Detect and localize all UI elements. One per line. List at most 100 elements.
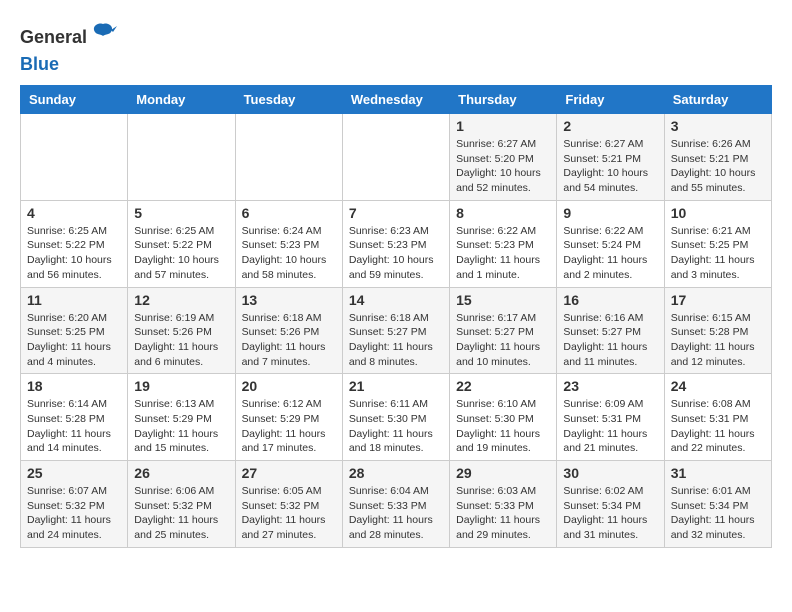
- weekday-header-saturday: Saturday: [664, 86, 771, 114]
- calendar-cell: 31 Sunrise: 6:01 AMSunset: 5:34 PMDayligh…: [664, 461, 771, 548]
- calendar-cell: 1Sunrise: 6:27 AMSunset: 5:20 PMDaylight…: [450, 114, 557, 201]
- day-number: 21: [349, 378, 443, 394]
- day-number: 6: [242, 205, 336, 221]
- day-number: 18: [27, 378, 121, 394]
- day-number: 1: [456, 118, 550, 134]
- day-info: Sunrise: 6:05 AMSunset: 5:32 PMDaylight:…: [242, 484, 336, 543]
- day-info: Sunrise: 6:15 AMSunset: 5:28 PMDaylight:…: [671, 311, 765, 370]
- page-header: General Blue: [20, 20, 772, 75]
- calendar-cell: 4 Sunrise: 6:25 AMSunset: 5:22 PMDaylight…: [21, 200, 128, 287]
- day-number: 20: [242, 378, 336, 394]
- calendar-cell: 8 Sunrise: 6:22 AMSunset: 5:23 PMDaylight…: [450, 200, 557, 287]
- calendar-cell: 19 Sunrise: 6:13 AMSunset: 5:29 PMDayligh…: [128, 374, 235, 461]
- calendar-cell: 18 Sunrise: 6:14 AMSunset: 5:28 PMDayligh…: [21, 374, 128, 461]
- day-info: Sunrise: 6:20 AMSunset: 5:25 PMDaylight:…: [27, 311, 121, 370]
- week-row-4: 18 Sunrise: 6:14 AMSunset: 5:28 PMDayligh…: [21, 374, 772, 461]
- day-info: Sunrise: 6:19 AMSunset: 5:26 PMDaylight:…: [134, 311, 228, 370]
- day-number: 22: [456, 378, 550, 394]
- day-number: 14: [349, 292, 443, 308]
- day-info: Sunrise: 6:11 AMSunset: 5:30 PMDaylight:…: [349, 397, 443, 456]
- day-number: 9: [563, 205, 657, 221]
- calendar-cell: 16 Sunrise: 6:16 AMSunset: 5:27 PMDayligh…: [557, 287, 664, 374]
- week-row-3: 11 Sunrise: 6:20 AMSunset: 5:25 PMDayligh…: [21, 287, 772, 374]
- day-number: 26: [134, 465, 228, 481]
- calendar-cell: 5 Sunrise: 6:25 AMSunset: 5:22 PMDaylight…: [128, 200, 235, 287]
- week-row-2: 4 Sunrise: 6:25 AMSunset: 5:22 PMDaylight…: [21, 200, 772, 287]
- day-info: Sunrise: 6:07 AMSunset: 5:32 PMDaylight:…: [27, 484, 121, 543]
- weekday-header-tuesday: Tuesday: [235, 86, 342, 114]
- day-number: 24: [671, 378, 765, 394]
- day-info: Sunrise: 6:09 AMSunset: 5:31 PMDaylight:…: [563, 397, 657, 456]
- day-info: Sunrise: 6:22 AMSunset: 5:23 PMDaylight:…: [456, 224, 550, 283]
- weekday-header-wednesday: Wednesday: [342, 86, 449, 114]
- calendar-cell: 25 Sunrise: 6:07 AMSunset: 5:32 PMDayligh…: [21, 461, 128, 548]
- day-number: 4: [27, 205, 121, 221]
- day-info: Sunrise: 6:01 AMSunset: 5:34 PMDaylight:…: [671, 484, 765, 543]
- day-number: 29: [456, 465, 550, 481]
- day-number: 16: [563, 292, 657, 308]
- day-number: 19: [134, 378, 228, 394]
- day-info: Sunrise: 6:03 AMSunset: 5:33 PMDaylight:…: [456, 484, 550, 543]
- day-number: 11: [27, 292, 121, 308]
- calendar-cell: [342, 114, 449, 201]
- day-info: Sunrise: 6:04 AMSunset: 5:33 PMDaylight:…: [349, 484, 443, 543]
- day-info: Sunrise: 6:13 AMSunset: 5:29 PMDaylight:…: [134, 397, 228, 456]
- calendar-cell: [128, 114, 235, 201]
- day-info: Sunrise: 6:17 AMSunset: 5:27 PMDaylight:…: [456, 311, 550, 370]
- calendar-cell: 6 Sunrise: 6:24 AMSunset: 5:23 PMDaylight…: [235, 200, 342, 287]
- day-number: 15: [456, 292, 550, 308]
- day-info: Sunrise: 6:21 AMSunset: 5:25 PMDaylight:…: [671, 224, 765, 283]
- week-row-1: 1Sunrise: 6:27 AMSunset: 5:20 PMDaylight…: [21, 114, 772, 201]
- day-info: Sunrise: 6:26 AMSunset: 5:21 PMDaylight:…: [671, 137, 765, 196]
- day-number: 13: [242, 292, 336, 308]
- day-number: 27: [242, 465, 336, 481]
- day-info: Sunrise: 6:18 AMSunset: 5:26 PMDaylight:…: [242, 311, 336, 370]
- weekday-header-thursday: Thursday: [450, 86, 557, 114]
- calendar-cell: 24Sunrise: 6:08 AMSunset: 5:31 PMDayligh…: [664, 374, 771, 461]
- day-info: Sunrise: 6:25 AMSunset: 5:22 PMDaylight:…: [27, 224, 121, 283]
- calendar-cell: 30 Sunrise: 6:02 AMSunset: 5:34 PMDayligh…: [557, 461, 664, 548]
- day-number: 2: [563, 118, 657, 134]
- calendar-cell: 7 Sunrise: 6:23 AMSunset: 5:23 PMDaylight…: [342, 200, 449, 287]
- calendar-table: SundayMondayTuesdayWednesdayThursdayFrid…: [20, 85, 772, 548]
- day-info: Sunrise: 6:18 AMSunset: 5:27 PMDaylight:…: [349, 311, 443, 370]
- day-info: Sunrise: 6:12 AMSunset: 5:29 PMDaylight:…: [242, 397, 336, 456]
- day-number: 31: [671, 465, 765, 481]
- weekday-header-friday: Friday: [557, 86, 664, 114]
- day-number: 3: [671, 118, 765, 134]
- day-info: Sunrise: 6:27 AMSunset: 5:21 PMDaylight:…: [563, 137, 657, 196]
- logo-bird-icon: [89, 20, 117, 54]
- calendar-cell: [235, 114, 342, 201]
- logo: General Blue: [20, 20, 117, 75]
- calendar-cell: 21 Sunrise: 6:11 AMSunset: 5:30 PMDayligh…: [342, 374, 449, 461]
- day-number: 25: [27, 465, 121, 481]
- day-info: Sunrise: 6:24 AMSunset: 5:23 PMDaylight:…: [242, 224, 336, 283]
- weekday-header-sunday: Sunday: [21, 86, 128, 114]
- day-info: Sunrise: 6:25 AMSunset: 5:22 PMDaylight:…: [134, 224, 228, 283]
- day-number: 7: [349, 205, 443, 221]
- day-info: Sunrise: 6:23 AMSunset: 5:23 PMDaylight:…: [349, 224, 443, 283]
- calendar-cell: 10Sunrise: 6:21 AMSunset: 5:25 PMDayligh…: [664, 200, 771, 287]
- calendar-cell: 26Sunrise: 6:06 AMSunset: 5:32 PMDayligh…: [128, 461, 235, 548]
- calendar-cell: 29 Sunrise: 6:03 AMSunset: 5:33 PMDayligh…: [450, 461, 557, 548]
- day-number: 30: [563, 465, 657, 481]
- logo-blue: Blue: [20, 54, 59, 75]
- day-number: 28: [349, 465, 443, 481]
- day-info: Sunrise: 6:02 AMSunset: 5:34 PMDaylight:…: [563, 484, 657, 543]
- day-number: 12: [134, 292, 228, 308]
- calendar-cell: 17Sunrise: 6:15 AMSunset: 5:28 PMDayligh…: [664, 287, 771, 374]
- week-row-5: 25 Sunrise: 6:07 AMSunset: 5:32 PMDayligh…: [21, 461, 772, 548]
- calendar-cell: 11 Sunrise: 6:20 AMSunset: 5:25 PMDayligh…: [21, 287, 128, 374]
- day-info: Sunrise: 6:14 AMSunset: 5:28 PMDaylight:…: [27, 397, 121, 456]
- day-info: Sunrise: 6:16 AMSunset: 5:27 PMDaylight:…: [563, 311, 657, 370]
- calendar-cell: 23Sunrise: 6:09 AMSunset: 5:31 PMDayligh…: [557, 374, 664, 461]
- calendar-cell: 9 Sunrise: 6:22 AMSunset: 5:24 PMDaylight…: [557, 200, 664, 287]
- day-number: 8: [456, 205, 550, 221]
- weekday-header-monday: Monday: [128, 86, 235, 114]
- day-number: 5: [134, 205, 228, 221]
- calendar-cell: 12 Sunrise: 6:19 AMSunset: 5:26 PMDayligh…: [128, 287, 235, 374]
- day-info: Sunrise: 6:10 AMSunset: 5:30 PMDaylight:…: [456, 397, 550, 456]
- calendar-cell: 27 Sunrise: 6:05 AMSunset: 5:32 PMDayligh…: [235, 461, 342, 548]
- day-info: Sunrise: 6:22 AMSunset: 5:24 PMDaylight:…: [563, 224, 657, 283]
- weekday-header-row: SundayMondayTuesdayWednesdayThursdayFrid…: [21, 86, 772, 114]
